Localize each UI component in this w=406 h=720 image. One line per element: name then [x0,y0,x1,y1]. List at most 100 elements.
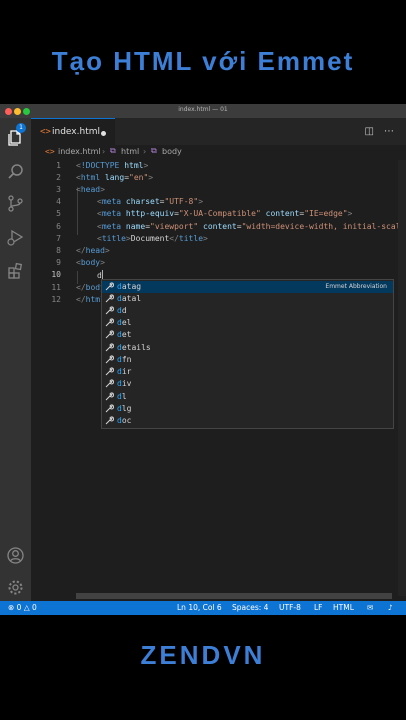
wrench-icon [105,294,114,303]
title-bar: index.html — 01 [0,104,406,118]
breadcrumb-separator-icon: › [143,147,147,156]
breadcrumb-file[interactable]: index.html [58,147,101,156]
suggestion-label: datal [117,294,142,303]
horizontal-scrollbar[interactable] [76,593,392,599]
wrench-icon [105,318,114,327]
suggestion-label: dd [117,306,127,315]
code-line: <meta charset="UTF-8"> [97,197,204,206]
run-debug-icon[interactable] [6,228,25,247]
tab-index-html[interactable]: <> index.html [31,118,115,145]
suggestion-label: div [117,379,132,388]
wrench-icon [105,379,114,388]
activity-bar [0,118,31,605]
code-line: <head> [76,185,105,194]
breadcrumb-body[interactable]: body [162,147,182,156]
line-number: 6 [56,222,61,231]
unsaved-dot-icon[interactable] [101,131,106,136]
wrench-icon [105,306,114,315]
code-line: </head> [76,246,110,255]
wrench-icon [105,367,114,376]
minimap[interactable] [398,160,406,596]
suggestion-item[interactable]: datag Emmet Abbreviation [102,281,393,293]
suggestion-label: det [117,330,132,339]
code-line: <meta name="viewport" content="width=dev… [97,222,406,231]
line-number: 4 [56,197,61,206]
suggestion-item[interactable]: doc [102,415,393,427]
problems-indicator[interactable]: ⊗ 0 △ 0 [8,603,37,612]
editor-actions: ◫ ⋯ [355,126,394,137]
line-number-active: 10 [51,270,61,279]
window-title: index.html — 01 [178,106,228,113]
element-icon: ⧉ [110,146,116,155]
account-icon[interactable] [6,546,25,565]
line-number: 7 [56,234,61,243]
code-line: <!DOCTYPE html> [76,161,149,170]
html-file-icon: <> [40,127,51,137]
notifications-bell-icon[interactable]: ♪ [388,603,393,612]
line-number: 9 [56,258,61,267]
suggestion-item[interactable]: div [102,378,393,390]
wrench-icon [105,404,114,413]
source-control-icon[interactable] [6,194,25,213]
line-number: 1 [56,161,61,170]
warning-count: 0 [32,603,37,612]
code-line: <html lang="en"> [76,173,154,182]
breadcrumb-separator-icon: › [102,147,106,156]
line-number: 11 [51,283,61,292]
split-editor-icon[interactable]: ◫ [365,126,374,137]
status-bar: ⊗ 0 △ 0 Ln 10, Col 6 Spaces: 4 UTF-8 LF … [0,601,406,615]
brand-name: ZENDVN [140,640,266,670]
indentation[interactable]: Spaces: 4 [232,603,268,612]
suggestion-item[interactable]: dlg [102,403,393,415]
element-icon: ⧉ [151,146,157,155]
banner-title: Tạo HTML với Emmet [51,46,355,76]
search-icon[interactable] [6,162,25,181]
code-line: <body> [76,258,105,267]
tab-label: index.html [52,127,100,137]
language-mode[interactable]: HTML [333,603,354,612]
suggestion-label: details [117,343,151,352]
indent-guide [77,187,78,235]
suggestion-label: datag [117,282,142,291]
more-actions-icon[interactable]: ⋯ [384,126,394,137]
wrench-icon [105,416,114,425]
wrench-icon [105,392,114,401]
suggestion-item[interactable]: det [102,329,393,341]
wrench-icon [105,330,114,339]
wrench-icon [105,343,114,352]
suggestion-item[interactable]: del [102,317,393,329]
suggestion-label: dfn [117,355,132,364]
line-number: 2 [56,173,61,182]
suggestion-item[interactable]: datal [102,293,393,305]
breadcrumb-html[interactable]: html [121,147,139,156]
wrench-icon [105,355,114,364]
encoding[interactable]: UTF-8 [279,603,301,612]
line-number: 3 [56,185,61,194]
line-number: 12 [51,295,61,304]
suggestion-label: dlg [117,404,132,413]
suggestion-item[interactable]: dd [102,305,393,317]
error-count: 0 [16,603,22,612]
end-of-line[interactable]: LF [314,603,323,612]
suggestion-item[interactable]: details [102,342,393,354]
html-file-icon: <> [45,147,55,156]
suggestion-label: dir [117,367,132,376]
extensions-icon[interactable] [6,261,25,280]
suggestion-item[interactable]: dl [102,391,393,403]
suggestion-item[interactable]: dir [102,366,393,378]
tab-bar: <> index.html ◫ ⋯ [31,118,406,145]
settings-gear-icon[interactable] [6,578,25,597]
vscode-window: index.html — 01 1 <> index.html ◫ ⋯ <> i… [0,104,406,615]
suggestion-label: dl [117,392,127,401]
wrench-icon [105,282,114,291]
suggestion-detail: Emmet Abbreviation [325,283,387,290]
suggestion-widget: datag Emmet Abbreviation datal dd del de… [101,279,394,429]
code-line: <title>Document</title> [97,234,208,243]
line-number: 8 [56,246,61,255]
cursor-position[interactable]: Ln 10, Col 6 [177,603,222,612]
suggestion-item[interactable]: dfn [102,354,393,366]
suggestion-label: doc [117,416,132,425]
feedback-icon[interactable]: ✉ [367,603,373,612]
line-number: 5 [56,209,61,218]
breadcrumb: <> index.html › ⧉ html › ⧉ body [31,145,406,160]
